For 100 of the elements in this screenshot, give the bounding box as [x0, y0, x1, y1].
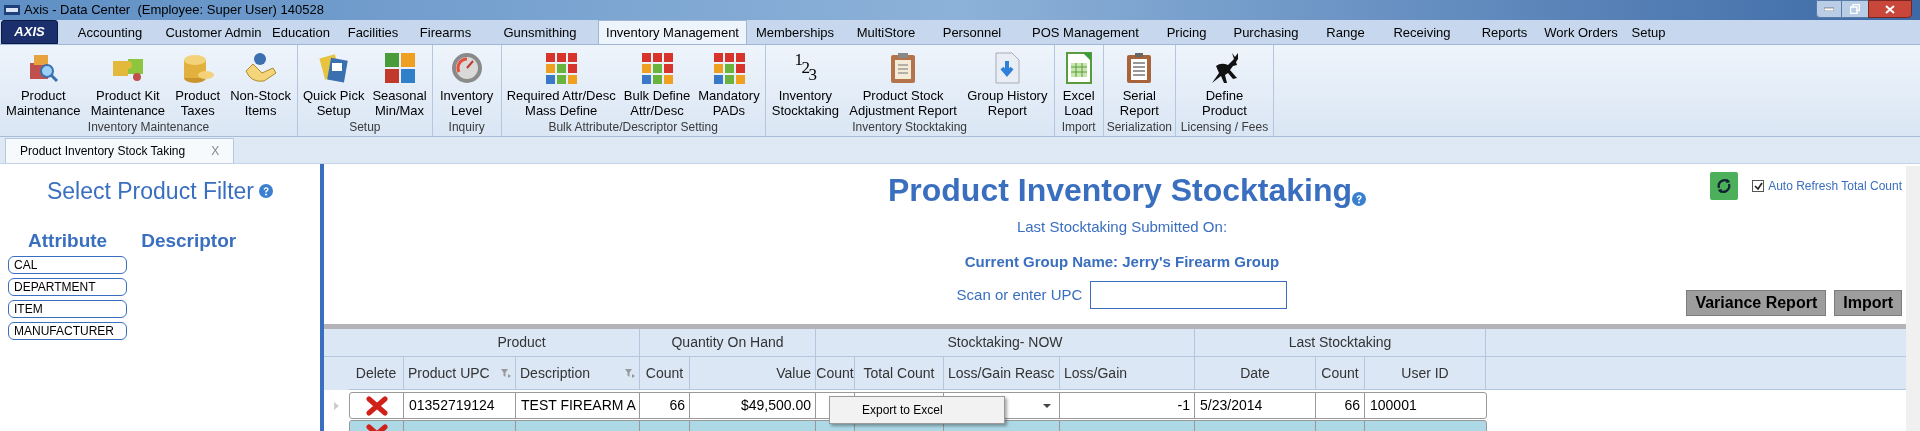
ribbon-button[interactable]: Mandatory PADs — [696, 51, 762, 118]
color-grid-icon — [639, 51, 674, 85]
table-cell-text: 01352719124 — [409, 396, 495, 415]
group-label: Inquiry — [447, 120, 486, 136]
refresh-button[interactable] — [1710, 172, 1739, 200]
menu-tab[interactable]: Firearms — [409, 22, 482, 44]
group-label: Inventory Maintenance — [86, 120, 211, 136]
menu-tab[interactable]: Range — [1315, 22, 1376, 44]
attribute-item[interactable]: MANUFACTURER — [8, 322, 127, 340]
last-submitted-text: Last Stocktaking Submitted On: — [1016, 217, 1228, 237]
group-label: Licensing / Fees — [1179, 120, 1270, 136]
menu-item[interactable]: Export to Excel — [830, 399, 1004, 421]
ribbon-button[interactable]: Inventory Level — [437, 51, 496, 118]
seasons-icon — [382, 51, 417, 85]
upc-label: Scan or enter UPC — [956, 284, 1083, 305]
group-label: Inventory Stocktaking — [851, 120, 968, 136]
page-title: Product Inventory Stocktaking — [887, 171, 1353, 210]
ribbon-button[interactable]: Product Stock Adjustment Report — [847, 51, 959, 118]
close-button[interactable] — [1868, 0, 1912, 18]
column-header[interactable]: Product UPC — [408, 362, 490, 384]
group-label: Serialization — [1106, 120, 1172, 136]
ribbon-button[interactable]: Quick Pick Setup — [301, 51, 367, 118]
ribbon-button[interactable]: Group History Report — [965, 51, 1050, 118]
restore-button[interactable] — [1842, 0, 1868, 18]
column-header[interactable]: Description — [520, 362, 591, 384]
column-header[interactable]: Count — [640, 357, 690, 390]
hand-icon — [243, 51, 278, 85]
table-cell-text: 66 — [669, 396, 685, 415]
menu-tab[interactable]: Memberships — [747, 22, 843, 44]
menu-tab[interactable]: Receiving — [1376, 22, 1468, 44]
ribbon-button[interactable]: Required Attr/Desc Mass Define — [504, 51, 618, 118]
table-cell-text: 5/23/2014 — [1200, 396, 1263, 415]
delete-button[interactable] — [365, 395, 388, 416]
ribbon-button[interactable]: Seasonal Min/Max — [370, 51, 429, 118]
checkbox[interactable] — [1752, 180, 1765, 192]
menu-tab[interactable]: Purchasing — [1217, 22, 1315, 44]
menu-tab[interactable]: Reports — [1468, 22, 1541, 44]
minimize-icon — [1824, 7, 1834, 11]
column-header[interactable]: Date — [1195, 357, 1316, 390]
group-label: Setup — [348, 120, 382, 136]
menu-tab[interactable]: Inventory Management — [598, 20, 747, 44]
gauge-icon — [449, 51, 484, 85]
tab-close-button[interactable]: X — [207, 142, 224, 160]
filter-icon — [625, 368, 635, 378]
check-icon — [1753, 181, 1763, 191]
ribbon-button[interactable]: Serial Report — [1117, 51, 1161, 118]
column-header[interactable]: Delete — [349, 357, 404, 390]
menu-tab[interactable]: MultiStore — [843, 22, 929, 44]
filter-title: Select Product Filter — [46, 177, 255, 206]
attribute-item[interactable]: DEPARTMENT — [8, 278, 127, 296]
scrollbar[interactable] — [1906, 166, 1920, 431]
filter-icon — [501, 368, 511, 378]
minimize-button[interactable] — [1816, 0, 1842, 18]
menu-tab[interactable]: Work Orders — [1541, 22, 1621, 44]
table-cell-text: 66 — [1344, 396, 1360, 415]
ribbon-button[interactable]: Define Product — [1200, 51, 1249, 118]
axis-logo: AXIS — [1, 20, 58, 44]
cards-icon — [316, 51, 351, 85]
table-cell-text: $49,500.00 — [740, 396, 811, 415]
menu-tab[interactable]: Education — [265, 22, 337, 44]
window-title: Axis - Data Center (Employee: Super User) 140528 — [24, 1, 324, 20]
attribute-item[interactable]: CAL — [8, 256, 127, 274]
ribbon-button[interactable]: Excel Load — [1059, 51, 1098, 118]
ribbon-button[interactable]: Product Taxes — [173, 51, 223, 118]
ribbon-button[interactable]: 123 Inventory Stocktaking — [769, 51, 841, 118]
toolbar-button[interactable]: Import — [1834, 290, 1902, 316]
table-cell-text: -1 — [1177, 396, 1190, 415]
menu-tab[interactable]: Personnel — [929, 22, 1015, 44]
column-header[interactable]: Count — [1316, 357, 1365, 390]
ribbon-button[interactable]: Bulk Define Attr/Desc — [621, 51, 693, 118]
color-grid-icon — [544, 51, 579, 85]
menu-tab[interactable]: Customer Admin — [162, 22, 265, 44]
help-icon — [259, 184, 274, 199]
menu-tab[interactable]: Setup — [1621, 22, 1676, 44]
color-grid-icon — [711, 51, 746, 85]
attribute-item[interactable]: ITEM — [8, 300, 127, 318]
column-header[interactable]: Loss/Gain Reasc — [944, 357, 1060, 390]
column-heading: Attribute — [28, 228, 108, 253]
menu-tab[interactable]: Gunsmithing — [482, 22, 598, 44]
restore-icon — [1850, 4, 1860, 14]
checkbox-label: Auto Refresh Total Count — [1768, 178, 1902, 195]
column-header[interactable]: Total Count — [855, 357, 944, 390]
close-icon — [1885, 4, 1895, 14]
ribbon-button[interactable]: Product Kit Maintenance — [88, 51, 168, 118]
column-header[interactable]: Loss/Gain — [1060, 357, 1195, 390]
column-header[interactable]: User ID — [1365, 357, 1486, 390]
document-tab[interactable]: Product Inventory Stock Taking X — [5, 138, 235, 163]
ribbon-button[interactable]: Product Maintenance — [4, 51, 83, 118]
group-label: Import — [1060, 120, 1097, 136]
column-header[interactable]: Count — [816, 357, 855, 390]
column-heading: Descriptor — [141, 228, 237, 253]
toolbar-button[interactable]: Variance Report — [1686, 290, 1827, 316]
menu-tab[interactable]: Facilities — [337, 22, 409, 44]
upc-input[interactable] — [1090, 281, 1288, 309]
help-icon — [1352, 192, 1367, 206]
menu-tab[interactable]: Pricing — [1156, 22, 1217, 44]
menu-tab[interactable]: POS Management — [1015, 22, 1156, 44]
ribbon-button[interactable]: Non-Stock Items — [228, 51, 293, 118]
column-header[interactable]: Value — [690, 357, 816, 390]
menu-tab[interactable]: Accounting — [58, 22, 162, 44]
